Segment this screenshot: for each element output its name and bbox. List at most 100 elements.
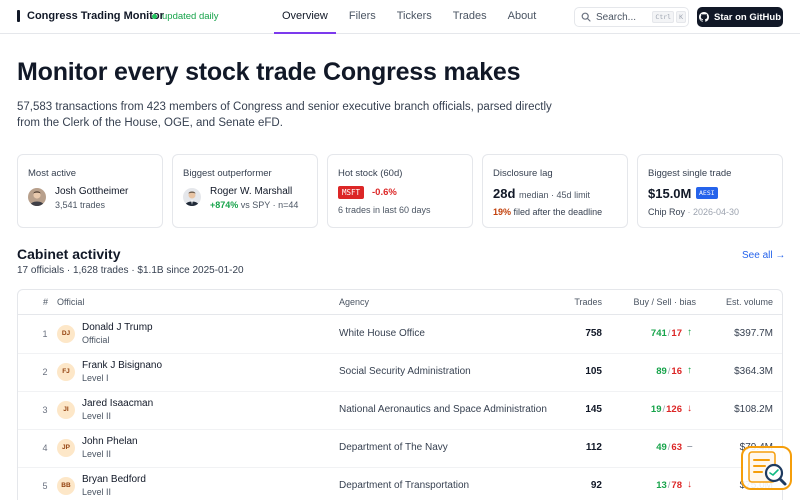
est-volume: $364.3M [734, 366, 773, 377]
row-rank: 3 [42, 405, 48, 415]
table-row[interactable]: 2 FJ Frank J Bisignano Level I Social Securi… [18, 354, 782, 392]
buy-sell-counts: 49/63 [656, 442, 682, 453]
est-volume: $397.7M [734, 328, 773, 339]
status-indicator: updated daily [152, 11, 219, 22]
official-level: Level II [82, 487, 112, 497]
nav-link-filers[interactable]: Filers [341, 0, 384, 34]
row-rank: 4 [42, 443, 48, 453]
hot-stock-change: -0.6% [372, 187, 397, 198]
see-all-link[interactable]: See all → [742, 250, 785, 261]
table-row[interactable]: 5 BB Bryan Bedford Level II Department of Tr… [18, 468, 782, 500]
official-name[interactable]: Donald J Trump [82, 322, 153, 333]
sell-count: 126 [666, 404, 682, 415]
col-header-trades[interactable]: Trades [574, 297, 602, 307]
table-row[interactable]: 4 JP John Phelan Level II Department of The … [18, 430, 782, 468]
cabinet-table: # Official Agency Trades Buy / Sell · bi… [17, 289, 783, 500]
agency-name: Department of Transportation [339, 480, 470, 491]
arrow-down-icon: ↓ [687, 479, 692, 490]
document-search-icon [748, 451, 787, 486]
sell-count: 78 [671, 480, 682, 491]
arrow-up-icon: ↑ [687, 365, 692, 376]
brand[interactable]: Congress Trading Monitor [17, 10, 164, 22]
lag-value: 28d median · 45d limit [493, 186, 590, 201]
lag-median: 28d [493, 186, 516, 201]
avatar: FJ [57, 363, 75, 381]
card-label: Biggest single trade [648, 168, 732, 179]
arrow-down-icon: ↓ [687, 403, 692, 414]
search-icon [581, 12, 591, 22]
trade-date: · 2026-04-30 [687, 207, 740, 217]
ticker-badge[interactable]: MSFT [338, 186, 365, 199]
late-pct: 19% [493, 207, 512, 217]
shortcut-key-ctrl: Ctrl [652, 11, 675, 23]
est-volume: $108.2M [734, 404, 773, 415]
nav-link-tickers[interactable]: Tickers [389, 0, 440, 34]
card-biggest-single-trade[interactable]: Biggest single trade $15.0M AESI Chip Ro… [637, 154, 783, 228]
card-meta: +874% vs SPY · n=44 [210, 200, 298, 210]
card-hot-stock[interactable]: Hot stock (60d) MSFT -0.6% 6 trades in l… [327, 154, 473, 228]
buy-sell-counts: 19/126 [651, 404, 682, 415]
row-rank: 5 [42, 481, 48, 491]
section-subtitle: 17 officials · 1,628 trades · $1.1B sinc… [17, 265, 244, 276]
lag-limit: median · 45d limit [519, 190, 591, 200]
card-person-name: Josh Gottheimer [55, 186, 129, 197]
official-name[interactable]: John Phelan [82, 436, 138, 447]
nav-link-overview[interactable]: Overview [274, 0, 336, 34]
search-placeholder: Search... [596, 11, 637, 23]
table-row[interactable]: 1 DJ Donald J Trump Official White House Off… [18, 316, 782, 354]
trade-count: 145 [585, 404, 602, 415]
card-most-active[interactable]: Most active Josh Gottheimer 3,541 trades [17, 154, 163, 228]
ticker-badge[interactable]: AESI [696, 187, 718, 199]
nav-links: Overview Filers Tickers Trades About [274, 0, 549, 34]
section-title: Cabinet activity [17, 246, 121, 262]
trade-count: 112 [585, 442, 602, 453]
card-meta: 3,541 trades [55, 200, 106, 210]
agency-name: Department of The Navy [339, 442, 448, 453]
trade-count: 92 [590, 480, 602, 491]
outperform-meta: vs SPY · n=44 [240, 200, 299, 210]
buy-count: 19 [650, 404, 662, 415]
floating-assistant-widget[interactable] [741, 446, 792, 490]
col-header-volume[interactable]: Est. volume [726, 297, 773, 307]
card-label: Biggest outperformer [183, 168, 272, 179]
sell-count: 17 [671, 328, 682, 339]
github-star-button[interactable]: Star on GitHub [697, 7, 783, 27]
avatar: JP [57, 439, 75, 457]
card-meta: Chip Roy · 2026-04-30 [648, 207, 739, 217]
sell-count: 16 [671, 366, 682, 377]
official-level: Level II [82, 411, 112, 421]
agency-name: Social Security Administration [339, 366, 471, 377]
official-name[interactable]: Frank J Bisignano [82, 360, 162, 371]
outperform-gain: +874% [210, 200, 239, 210]
agency-name: National Aeronautics and Space Administr… [339, 404, 547, 415]
trade-count: 758 [585, 328, 602, 339]
buy-count: 49 [656, 442, 667, 453]
buy-count: 13 [656, 480, 667, 491]
github-icon [698, 12, 709, 22]
shortcut-key-k: K [676, 11, 686, 23]
col-header-official[interactable]: Official [57, 297, 84, 307]
card-disclosure-lag[interactable]: Disclosure lag 28d median · 45d limit 19… [482, 154, 628, 228]
card-label: Disclosure lag [493, 168, 553, 179]
nav-link-about[interactable]: About [500, 0, 545, 34]
official-level: Official [82, 335, 110, 345]
github-button-label: Star on GitHub [713, 11, 782, 23]
agency-name: White House Office [339, 328, 425, 339]
card-meta: 19% filed after the deadline [493, 207, 602, 217]
late-meta: filed after the deadline [513, 207, 603, 217]
dash-icon: – [687, 441, 693, 452]
col-header-agency[interactable]: Agency [339, 297, 369, 307]
buy-count: 89 [656, 366, 667, 377]
top-nav: Congress Trading Monitor updated daily O… [0, 0, 800, 34]
official-name[interactable]: Bryan Bedford [82, 474, 146, 485]
buy-sell-counts: 89/16 [656, 366, 682, 377]
col-header-buysell[interactable]: Buy / Sell · bias [633, 297, 696, 307]
sell-count: 63 [671, 442, 682, 453]
search-box[interactable]: Search... Ctrl K [574, 7, 689, 27]
avatar: DJ [57, 325, 75, 343]
nav-link-trades[interactable]: Trades [445, 0, 495, 34]
table-row[interactable]: 3 JI Jared Isaacman Level II National Aerona… [18, 392, 782, 430]
buy-sell-separator: / [662, 404, 666, 415]
official-name[interactable]: Jared Isaacman [82, 398, 153, 409]
card-biggest-outperformer[interactable]: Biggest outperformer Roger W. Marshall +… [172, 154, 318, 228]
